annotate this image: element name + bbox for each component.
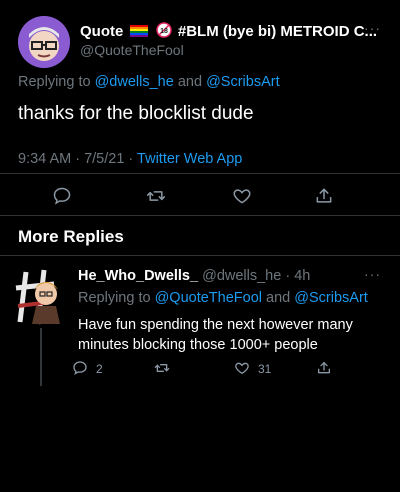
tweet-timestamp[interactable]: 9:34 AM · 7/5/21 ·	[18, 151, 133, 167]
replying-prefix: Replying to	[18, 74, 91, 90]
share-icon	[316, 360, 340, 379]
like-count: 31	[258, 362, 272, 376]
tweet-meta: 9:34 AM · 7/5/21 · Twitter Web App	[18, 151, 242, 167]
reply-icon	[72, 360, 96, 379]
like-icon	[234, 360, 258, 379]
thread-line	[40, 328, 42, 386]
display-name[interactable]: Quote 18 #BLM (bye bi) METROID C...	[80, 22, 377, 42]
display-name-text: Quote	[80, 22, 124, 40]
section-title: More Replies	[18, 227, 124, 246]
replying-to: Replying to @dwells_he and @ScribsArt	[18, 74, 280, 90]
more-options-icon[interactable]: ···	[364, 20, 381, 36]
display-name[interactable]: He_Who_Dwells_	[78, 268, 198, 284]
reply-icon[interactable]	[44, 178, 80, 214]
reply-count: 2	[96, 362, 103, 376]
reply-text: Have fun spending the next however many …	[78, 317, 353, 353]
replying-to: Replying to @QuoteTheFool and @ScribsArt	[78, 290, 368, 306]
svg-text:18: 18	[160, 28, 168, 35]
retweet-button[interactable]	[154, 358, 178, 380]
mention-link[interactable]: @ScribsArt	[294, 290, 368, 306]
share-button[interactable]	[316, 358, 340, 380]
mention-link[interactable]: @dwells_he	[95, 74, 174, 90]
tweet-actions	[0, 178, 400, 214]
avatar[interactable]	[18, 16, 70, 68]
reply-actions: 2 31	[70, 358, 400, 380]
like-button[interactable]: 31	[234, 358, 271, 380]
more-options-icon[interactable]: ···	[364, 266, 381, 282]
share-icon[interactable]	[306, 178, 342, 214]
reply-header: He_Who_Dwells_ @dwells_he · 4h	[78, 268, 310, 284]
tweet-text: thanks for the blocklist dude	[18, 103, 254, 124]
handle[interactable]: @QuoteTheFool	[80, 42, 184, 58]
replying-and: and	[266, 290, 291, 306]
divider	[0, 173, 400, 174]
avatar[interactable]	[14, 268, 68, 326]
retweet-icon[interactable]	[138, 178, 174, 214]
reply-button[interactable]: 2	[72, 358, 103, 380]
replying-and: and	[177, 74, 203, 90]
display-name-suffix: #BLM (bye bi) METROID C...	[177, 22, 378, 40]
source-link[interactable]: Twitter Web App	[137, 151, 242, 167]
mention-link[interactable]: @ScribsArt	[206, 74, 280, 90]
rainbow-flag-icon	[129, 24, 148, 41]
handle-time[interactable]: @dwells_he · 4h	[202, 268, 310, 284]
age-18-icon: 18	[155, 22, 172, 42]
retweet-icon	[154, 360, 178, 379]
like-icon[interactable]	[224, 178, 260, 214]
divider	[0, 215, 400, 216]
divider	[0, 255, 400, 256]
replying-prefix: Replying to	[78, 290, 151, 306]
mention-link[interactable]: @QuoteTheFool	[155, 290, 262, 306]
